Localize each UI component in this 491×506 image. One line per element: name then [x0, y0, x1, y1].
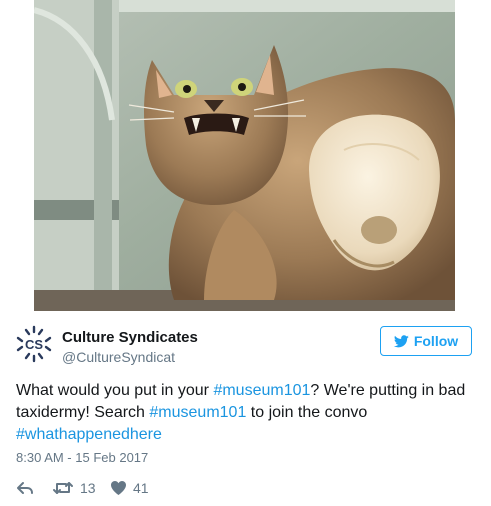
reply-icon [17, 482, 33, 494]
hashtag-link[interactable]: #museum101 [149, 404, 246, 421]
heart-icon [111, 481, 126, 495]
tweet-timestamp[interactable]: 8:30 AM - 15 Feb 2017 [16, 450, 148, 465]
author-handle[interactable]: @CultureSyndicat [62, 349, 175, 365]
follow-label: Follow [413, 333, 459, 349]
tweet-text-part: to join the convo [246, 404, 368, 421]
tweet-text-part: What would you put in your [16, 382, 214, 399]
taxidermy-cat-image [34, 0, 455, 311]
retweet-icon [53, 482, 73, 494]
like-button[interactable]: 41 [110, 478, 149, 498]
retweet-count: 13 [80, 480, 96, 496]
culture-syndicates-logo: CS [16, 325, 52, 363]
author-name[interactable]: Culture Syndicates [62, 329, 198, 346]
reply-button[interactable] [16, 478, 34, 498]
tweet-text: What would you put in your #museum101? W… [16, 380, 476, 446]
twitter-bird-icon [393, 334, 409, 347]
retweet-button[interactable]: 13 [52, 478, 96, 498]
avatar-text: CS [25, 337, 43, 352]
like-count: 41 [133, 480, 149, 496]
tweet-card: CS Culture Syndicates @CultureSyndicat F… [0, 0, 491, 506]
hashtag-link[interactable]: #museum101 [213, 382, 310, 399]
follow-button[interactable]: Follow [380, 326, 472, 356]
avatar[interactable]: CS [14, 324, 54, 364]
tweet-photo[interactable] [34, 0, 455, 311]
hashtag-link[interactable]: #whathappenedhere [16, 426, 162, 443]
